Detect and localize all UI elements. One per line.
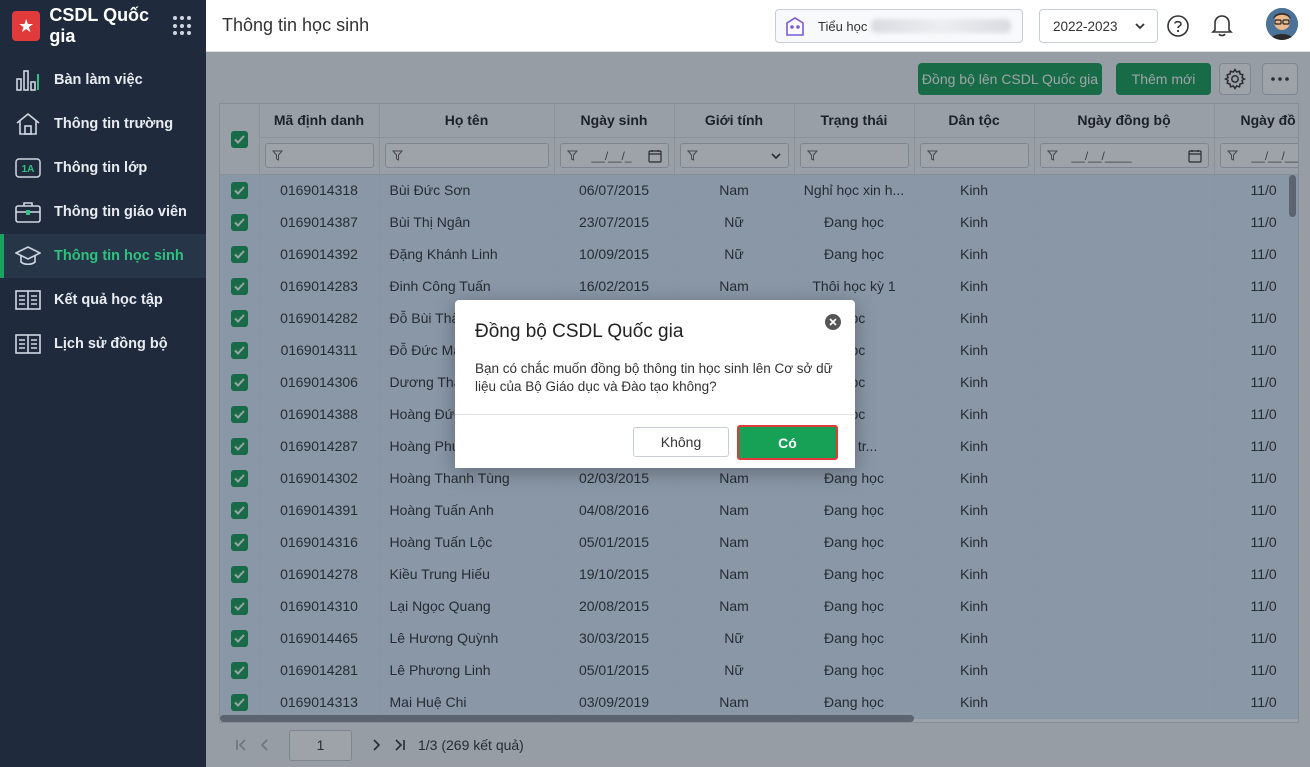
apps-grid-icon[interactable] [173,16,192,36]
graduation-cap-icon [14,244,42,268]
page-title: Thông tin học sinh [222,15,370,35]
school-name-redacted [871,19,1012,33]
dialog-footer: Không Có [455,414,855,468]
bell-icon[interactable] [1210,12,1234,38]
sidebar-item-label: Thông tin giáo viên [54,204,187,220]
chevron-down-icon [1135,23,1145,30]
school-house-icon [14,112,42,136]
sidebar-nav: Bàn làm việc Thông tin trường 1A Thông t… [0,58,206,366]
school-year-value: 2022-2023 [1053,18,1118,34]
sidebar-item-label: Thông tin học sinh [54,248,184,264]
yes-button[interactable]: Có [737,425,838,460]
school-name: Tiểu học [818,18,868,34]
sidebar-item-label: Thông tin lớp [54,160,148,176]
sidebar-item-sync-history[interactable]: Lịch sử đồng bộ [0,322,206,366]
school-year-select[interactable]: 2022-2023 [1039,9,1158,43]
book-open-icon [14,288,42,312]
sidebar-item-label: Thông tin trường [54,116,174,132]
help-icon[interactable] [1166,14,1190,38]
sync-confirm-dialog: Đồng bộ CSDL Quốc gia Bạn có chắc muốn đ… [455,300,855,468]
avatar[interactable] [1266,8,1298,40]
briefcase-icon [14,200,42,224]
sidebar-item-results[interactable]: Kết quả học tập [0,278,206,322]
top-header: Thông tin học sinh Tiểu học 2022-2023 [206,0,1310,52]
sidebar-item-label: Bàn làm việc [54,72,143,88]
sidebar-item-teacher[interactable]: Thông tin giáo viên [0,190,206,234]
sidebar-item-dashboard[interactable]: Bàn làm việc [0,58,206,102]
sidebar-item-class[interactable]: 1A Thông tin lớp [0,146,206,190]
building-icon [786,17,804,36]
sidebar-item-student[interactable]: Thông tin học sinh [0,234,206,278]
close-icon[interactable] [825,314,841,330]
school-selector[interactable]: Tiểu học [775,9,1023,43]
class-1a-icon: 1A [14,156,42,180]
app-title: CSDL Quốc gia [49,5,150,46]
sidebar-item-label: Kết quả học tập [54,292,163,308]
sidebar-item-label: Lịch sử đồng bộ [54,336,168,352]
no-button[interactable]: Không [633,427,729,457]
dialog-message: Bạn có chắc muốn đồng bộ thông tin học s… [475,361,833,394]
svg-text:1A: 1A [22,164,35,175]
book-history-icon [14,332,42,356]
brand: ★ CSDL Quốc gia [0,0,206,52]
sidebar: ★ CSDL Quốc gia Bàn làm việc Thông tin t… [0,0,206,767]
sidebar-item-school[interactable]: Thông tin trường [0,102,206,146]
chart-bars-icon [14,68,42,92]
dialog-title: Đồng bộ CSDL Quốc gia [475,321,684,342]
star-logo-icon: ★ [12,11,41,41]
